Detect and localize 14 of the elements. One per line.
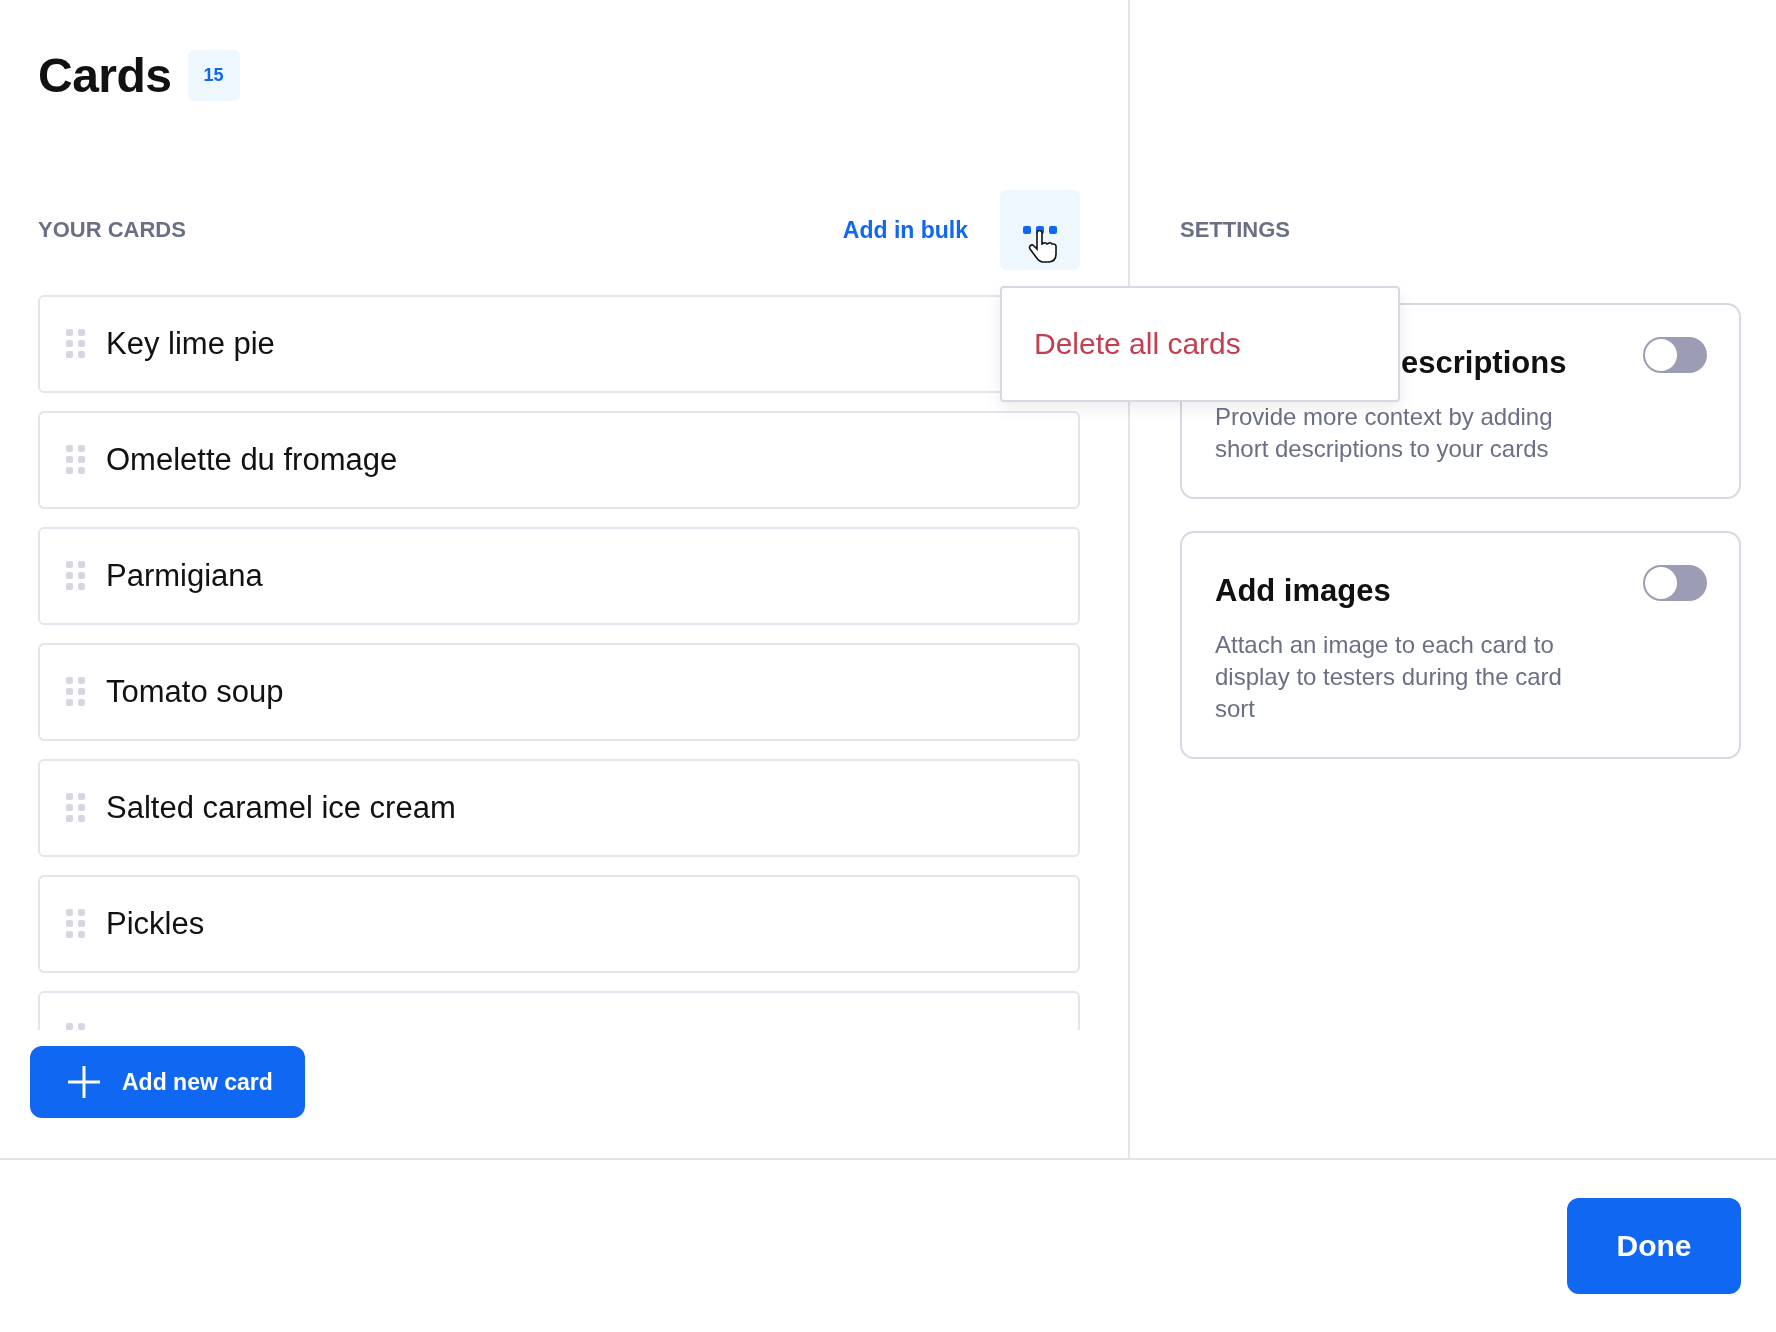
card-label: Salted caramel ice cream	[106, 790, 456, 826]
card-label: Pickles	[106, 906, 205, 942]
card-label: Omelette du fromage	[106, 442, 398, 478]
card-label: Tomato soup	[106, 674, 284, 710]
setting-description: Attach an image to each card to display to testers during the card sort	[1215, 630, 1563, 724]
setting-title: Add images	[1215, 573, 1392, 609]
setting-description: Provide more context by adding short descriptions to your cards	[1215, 402, 1554, 464]
page-title: Cards	[38, 47, 172, 103]
card-label: Key lime pie	[106, 326, 275, 362]
section-heading: SETTINGS	[1180, 217, 1290, 243]
section-heading: YOUR CARDS	[38, 217, 186, 243]
card-count-badge: 15	[187, 49, 240, 101]
setting-title: escriptions	[1400, 345, 1568, 381]
card-label: Parmigiana	[106, 558, 263, 594]
